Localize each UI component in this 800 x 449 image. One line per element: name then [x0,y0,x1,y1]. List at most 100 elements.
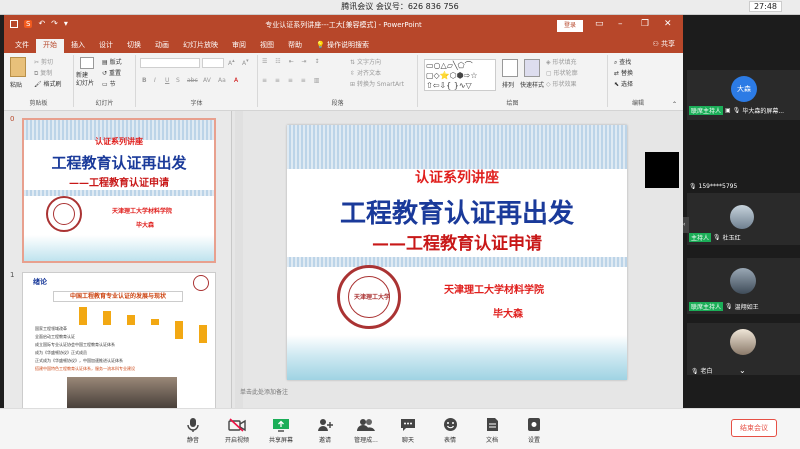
reset-button[interactable]: ↺ 重置 [102,68,121,77]
documents-button[interactable]: 文档 [474,416,510,444]
strikethrough-button[interactable]: abc [187,77,198,84]
participant-name: 温翔如王 [734,304,759,311]
font-color-icon[interactable]: A [234,77,238,84]
shadow-button[interactable]: S [176,77,180,84]
tab-insert[interactable]: 插入 [64,39,92,53]
select-button[interactable]: ⬉ 选择 [614,79,633,88]
close-icon[interactable]: ✕ [664,19,672,29]
minimize-icon[interactable]: – [618,19,623,29]
slide-number: 0 [10,115,15,123]
slide-thumbnail-0[interactable]: 认证系列讲座 工程教育认证再出发 ——工程教育认证申请 天津理工大学材料学院 毕… [22,118,216,263]
bar-decoration [151,319,159,325]
collapse-panel-icon[interactable]: ‹ [683,217,689,233]
participant-label: 联席主持人 🎙 温翔如王 [689,302,759,311]
slide-thumbnail-1[interactable]: 绪论 中国工程教育专业认证的发展与现状 国家工程领域改革 全面启动工程教育认证 … [22,272,216,408]
smartart-button[interactable]: ⊞ 转换为 SmartArt [350,79,404,88]
copy-label: 复制 [40,70,53,77]
collapse-ribbon-icon[interactable]: ⌃ [672,101,677,108]
participant-tile[interactable]: 联席主持人 🎙 温翔如王 [687,258,800,314]
font-size-select[interactable] [202,58,224,68]
font-name-select[interactable] [140,58,200,68]
quick-styles-icon[interactable] [524,59,540,77]
font-grow-icon[interactable]: A▴ [228,58,235,67]
notes-placeholder[interactable]: 单击此处添加备注 [240,387,288,396]
italic-button[interactable]: I [154,77,156,84]
replace-icon: ⇄ [614,70,620,77]
settings-button[interactable]: 设置 [516,416,552,444]
start-video-button[interactable]: 开启视频 [219,416,255,444]
align-text-label: 对齐文本 [356,70,381,77]
char-spacing-button[interactable]: AV [203,77,211,84]
shape-effects-button[interactable]: ◇ 形状效果 [546,79,577,88]
section-button[interactable]: ▭ 节 [102,79,116,88]
end-meeting-button[interactable]: 结束会议 [731,419,777,437]
participant-tile[interactable]: 大森 联席主持人 ▣ 🎙 毕大森的屏幕... [687,70,800,120]
manage-members-button[interactable]: 管理成... [348,416,384,444]
login-button[interactable]: 登录 [557,20,583,32]
tab-animations[interactable]: 动画 [148,39,176,53]
invite-button[interactable]: 邀请 [307,416,343,444]
stripe-decoration [287,125,627,169]
mute-button[interactable]: 静音 [175,416,211,444]
paste-icon[interactable] [10,57,26,77]
chevron-down-icon[interactable]: ⌄ [739,366,746,375]
font-group-label: 字体 [190,100,203,107]
chat-button[interactable]: 聊天 [390,416,426,444]
restore-icon[interactable]: ❐ [641,19,649,29]
text-direction-button[interactable]: ⇅ 文字方向 [350,57,381,66]
tab-slideshow[interactable]: 幻灯片放映 [176,39,225,53]
participant-tile[interactable]: 主持人 🎙 杜玉红 [687,193,800,245]
tell-me-search[interactable]: 💡 操作说明搜索 [309,39,376,53]
underline-button[interactable]: U [165,77,169,84]
participant-tile[interactable]: 🎙 老白 ⌄ [687,323,800,375]
shape-fill-button[interactable]: ◈ 形状填充 [546,57,577,66]
format-painter-button[interactable]: 🖌 格式刷 [34,79,62,88]
tab-view[interactable]: 视图 [253,39,281,53]
change-case-button[interactable]: Aa [218,77,226,84]
share-button[interactable]: ⚇ 共享 [652,39,675,49]
align-text-button[interactable]: ⇳ 对齐文本 [350,68,381,77]
replace-button[interactable]: ⇄ 替换 [614,68,633,77]
arrange-icon[interactable] [502,59,518,77]
list-buttons[interactable]: ☰ ☷ ⇤ ⇥ ↕ [262,58,322,65]
shape-effects-label: 形状效果 [552,81,577,88]
stripe-decoration [24,190,214,196]
thumb2-item: 搭建中国特色工程教育认证体系，服务一流本科专业建设 [35,366,135,371]
tab-design[interactable]: 设计 [92,39,120,53]
paste-button[interactable]: 粘贴 [10,80,22,89]
alignment-buttons[interactable]: ≡ ≡ ≡ ≡ ▥ [262,77,322,84]
new-slide-icon[interactable] [80,57,94,69]
ribbon-display-icon[interactable]: ▭ [595,19,604,29]
bar-decoration [199,325,207,343]
shapes-gallery[interactable]: ▭○△▱╲⬠⌒ ▢◇⭐⬡⬢⇨☆ ⇧⇦⇩{ }∿▽ [424,59,496,91]
documents-label: 文档 [485,437,498,444]
tab-review[interactable]: 审阅 [225,39,253,53]
arrange-button[interactable]: 排列 [502,80,514,89]
thumb-author: 毕大森 [136,222,155,229]
participant-label: 主持人 🎙 杜玉红 [689,233,741,242]
tab-help[interactable]: 帮助 [281,39,309,53]
reset-label: 重置 [108,70,121,77]
person-icon: ⚇ [652,40,659,48]
smartart-icon: ⊞ [350,81,356,88]
tab-home[interactable]: 开始 [36,39,64,53]
quick-styles-button[interactable]: 快速样式 [520,80,544,89]
layout-button[interactable]: ▤ 版式 [102,57,122,66]
find-button[interactable]: ⌕ 查找 [614,57,631,67]
bold-button[interactable]: B [142,77,147,84]
tab-file[interactable]: 文件 [8,39,36,53]
thumb2-item: 国家工程领域改革 [35,326,67,331]
reactions-button[interactable]: 表情 [432,416,468,444]
mic-icon: 🎙 [725,303,733,310]
shape-outline-button[interactable]: ▢ 形状轮廓 [546,68,578,77]
main-slide[interactable]: 认证系列讲座 工程教育认证再出发 ——工程教育认证申请 天津理工大学 天津理工大… [287,125,627,380]
font-shrink-icon[interactable]: A▾ [242,58,249,67]
tab-transitions[interactable]: 切换 [120,39,148,53]
splitter[interactable] [235,111,243,408]
copy-icon: ⧉ [34,70,39,77]
layout-icon: ▤ [102,59,108,66]
new-slide-button[interactable]: 新建 幻灯片 [76,72,94,88]
share-screen-button[interactable]: 共享屏幕 [263,416,299,444]
cut-button[interactable]: ✂ 剪切 [34,57,53,66]
copy-button[interactable]: ⧉ 复制 [34,68,52,78]
